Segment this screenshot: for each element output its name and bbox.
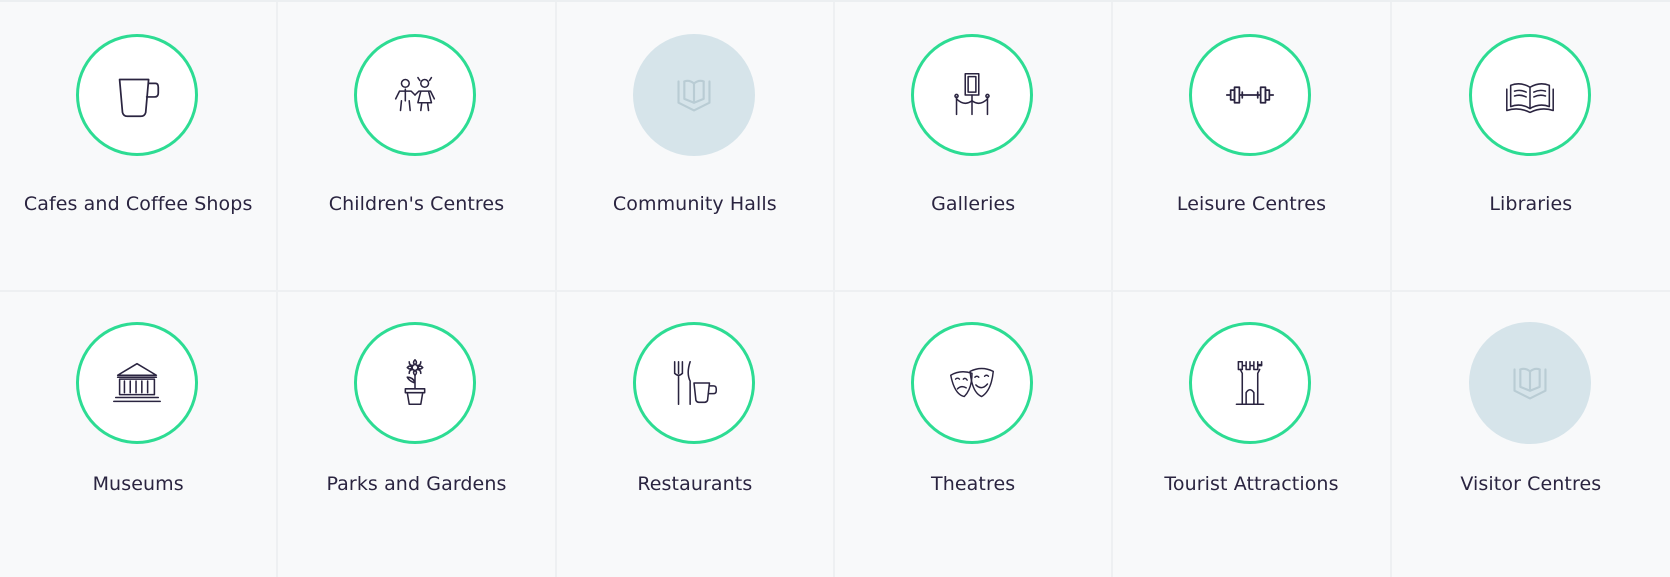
category-icon-circle <box>76 34 199 156</box>
coffee-cup-icon <box>118 78 160 118</box>
category-label: Restaurants <box>637 473 753 495</box>
category-label: Museums <box>92 473 184 495</box>
museum-building-icon <box>113 362 162 403</box>
children-icon <box>395 76 436 112</box>
category-tile-museums[interactable]: Museums <box>0 292 279 577</box>
category-label: Visitor Centres <box>1460 473 1602 495</box>
category-tile-libraries[interactable]: Libraries <box>1391 2 1670 292</box>
category-icon-circle <box>354 34 477 156</box>
category-tile-tourist-attractions[interactable]: Tourist Attractions <box>1113 292 1392 577</box>
category-icon-circle <box>354 322 477 444</box>
book-placeholder-icon <box>1513 367 1547 400</box>
category-icon-circle <box>76 322 199 444</box>
category-tile-theatres[interactable]: Theatres <box>835 292 1114 577</box>
category-tile-visitor-centres[interactable]: Visitor Centres <box>1391 292 1670 577</box>
category-label: Cafes and Coffee Shops <box>23 193 253 215</box>
category-tile-leisure-centres[interactable]: Leisure Centres <box>1113 2 1392 292</box>
category-tile-cafes[interactable]: Cafes and Coffee Shops <box>0 2 279 292</box>
category-label: Leisure Centres <box>1176 193 1327 215</box>
category-label: Theatres <box>931 473 1016 495</box>
category-icon-circle <box>632 34 755 156</box>
category-icon-circle <box>1468 322 1591 444</box>
book-placeholder-icon <box>677 79 711 112</box>
flower-pot-icon <box>405 359 426 406</box>
category-icon-circle <box>911 322 1034 444</box>
category-tile-galleries[interactable]: Galleries <box>835 2 1114 292</box>
category-label: Tourist Attractions <box>1164 473 1339 495</box>
gallery-frame-icon <box>954 72 990 116</box>
category-tile-community-halls[interactable]: Community Halls <box>556 2 835 292</box>
cutlery-cup-icon <box>673 360 717 406</box>
theatre-masks-icon <box>950 367 995 398</box>
category-icon-circle <box>1189 322 1312 444</box>
category-tile-parks-gardens[interactable]: Parks and Gardens <box>278 292 557 577</box>
category-icon-circle <box>1468 34 1591 156</box>
category-icon-circle <box>1189 34 1312 156</box>
category-label: Libraries <box>1489 193 1573 215</box>
castle-tower-icon <box>1236 360 1265 406</box>
category-label: Parks and Gardens <box>326 473 507 495</box>
category-icon-circle <box>632 322 755 444</box>
category-label: Galleries <box>931 193 1016 215</box>
category-tile-childrens-centres[interactable]: Children's Centres <box>278 2 557 292</box>
open-book-icon <box>1505 83 1554 114</box>
category-label: Children's Centres <box>328 193 505 215</box>
category-grid: Cafes and Coffee Shops Children's Centre… <box>0 0 1670 577</box>
dumbbell-icon <box>1226 86 1275 104</box>
category-label: Community Halls <box>612 193 777 215</box>
category-icon-circle <box>911 34 1034 156</box>
category-tile-restaurants[interactable]: Restaurants <box>556 292 835 577</box>
